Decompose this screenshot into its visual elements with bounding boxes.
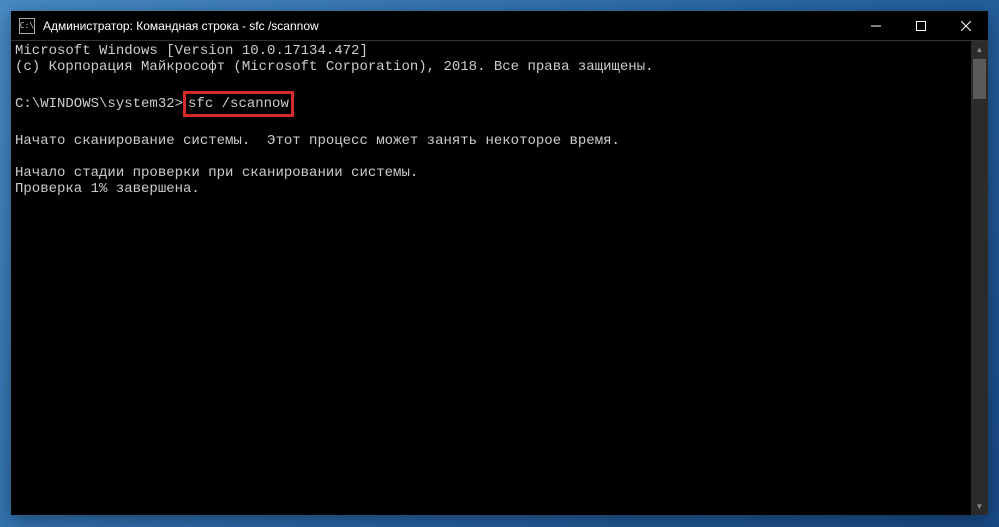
console-output[interactable]: Microsoft Windows [Version 10.0.17134.47…: [11, 41, 988, 515]
command-prompt-window: C:\ Администратор: Командная строка - sf…: [11, 11, 988, 515]
scroll-up-arrow-icon[interactable]: ▲: [971, 41, 988, 58]
console-line: Начало стадии проверки при сканировании …: [15, 165, 418, 181]
console-line: Начато сканирование системы. Этот процес…: [15, 133, 620, 149]
window-title: Администратор: Командная строка - sfc /s…: [43, 19, 319, 33]
minimize-button[interactable]: [853, 11, 898, 41]
prompt-text: C:\WINDOWS\system32>: [15, 96, 183, 112]
titlebar[interactable]: C:\ Администратор: Командная строка - sf…: [11, 11, 988, 41]
scroll-down-arrow-icon[interactable]: ▼: [971, 498, 988, 515]
console-line: (c) Корпорация Майкрософт (Microsoft Cor…: [15, 59, 654, 75]
minimize-icon: [871, 21, 881, 31]
close-icon: [961, 21, 971, 31]
console-line: Microsoft Windows [Version 10.0.17134.47…: [15, 43, 368, 59]
scroll-thumb[interactable]: [973, 59, 986, 99]
console-line: Проверка 1% завершена.: [15, 181, 200, 197]
maximize-icon: [916, 21, 926, 31]
app-icon: C:\: [19, 18, 35, 34]
maximize-button[interactable]: [898, 11, 943, 41]
app-icon-text: C:\: [20, 21, 34, 30]
command-text: sfc /scannow: [188, 96, 289, 112]
command-highlight: sfc /scannow: [183, 91, 294, 117]
close-button[interactable]: [943, 11, 988, 41]
vertical-scrollbar[interactable]: ▲ ▼: [971, 41, 988, 515]
